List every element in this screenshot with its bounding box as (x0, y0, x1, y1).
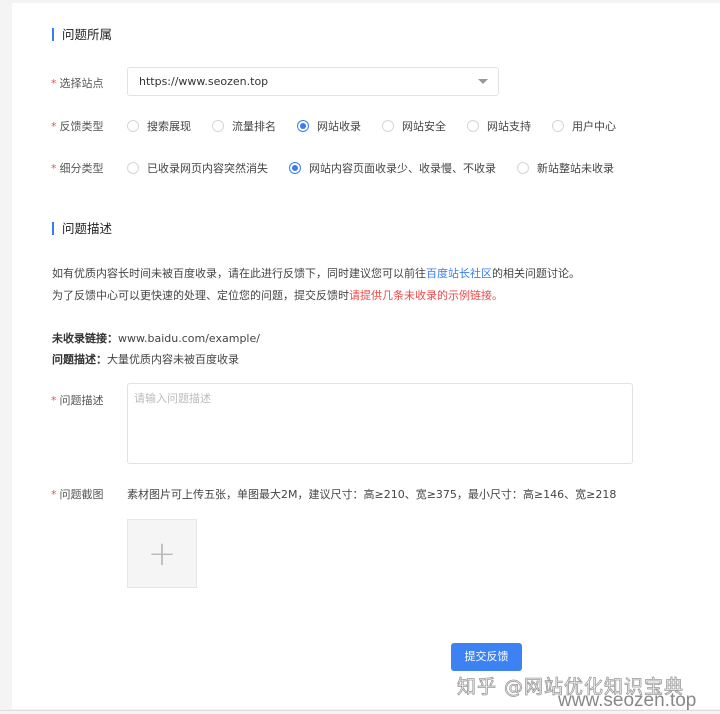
feedback-type-radio-group: 搜索展现 流量排名 网站收录 网站安全 网站支持 用户中心 (127, 118, 637, 134)
section-title-description: 问题描述 (52, 222, 112, 235)
screenshot-hint: 素材图片可上传五张，单图最大2M，建议尺寸：高≥210、宽≥375，最小尺寸：高… (127, 488, 617, 501)
radio-feedback-user-center[interactable]: 用户中心 (552, 118, 616, 134)
submit-feedback-button[interactable]: 提交反馈 (451, 643, 522, 671)
dropdown-caret-icon (478, 79, 488, 84)
radio-feedback-traffic[interactable]: 流量排名 (212, 118, 276, 134)
sub-type-label: * 细分类型 (51, 162, 104, 175)
radio-feedback-security[interactable]: 网站安全 (382, 118, 446, 134)
description-label: * 问题描述 (51, 394, 104, 407)
intro-line-1: 如有优质内容长时间未被百度收录，请在此进行反馈下，同时建议您可以前往百度站长社区… (52, 267, 580, 280)
radio-subtype-slow-indexing[interactable]: 网站内容页面收录少、收录慢、不收录 (289, 160, 496, 176)
sub-type-radio-group: 已收录网页内容突然消失 网站内容页面收录少、收录慢、不收录 新站整站未收录 (127, 160, 635, 176)
section-title-category: 问题所属 (52, 28, 112, 41)
watermark-url: www.seozen.top (558, 690, 697, 711)
radio-feedback-indexing[interactable]: 网站收录 (297, 118, 361, 134)
example-description: 问题描述：大量优质内容未被百度收录 (52, 353, 239, 366)
upload-image-button[interactable]: + (127, 519, 197, 588)
radio-subtype-disappeared[interactable]: 已收录网页内容突然消失 (127, 160, 268, 176)
bottom-divider (0, 710, 720, 711)
site-label: * 选择站点 (51, 77, 104, 90)
feedback-type-label: * 反馈类型 (51, 120, 104, 133)
intro-line-2: 为了反馈中心可以更快速的处理、定位您的问题，提交反馈时请提供几条未收录的示例链接… (52, 289, 503, 302)
screenshot-label: * 问题截图 (51, 488, 104, 501)
site-select[interactable]: https://www.seozen.top (127, 67, 499, 96)
example-link: 未收录链接：www.baidu.com/example/ (52, 332, 260, 345)
webmaster-community-link[interactable]: 百度站长社区 (426, 267, 492, 280)
radio-feedback-search[interactable]: 搜索展现 (127, 118, 191, 134)
description-textarea[interactable]: 请输入问题描述 (127, 383, 633, 464)
radio-feedback-support[interactable]: 网站支持 (467, 118, 531, 134)
radio-subtype-new-site[interactable]: 新站整站未收录 (517, 160, 614, 176)
plus-icon: + (147, 533, 177, 574)
